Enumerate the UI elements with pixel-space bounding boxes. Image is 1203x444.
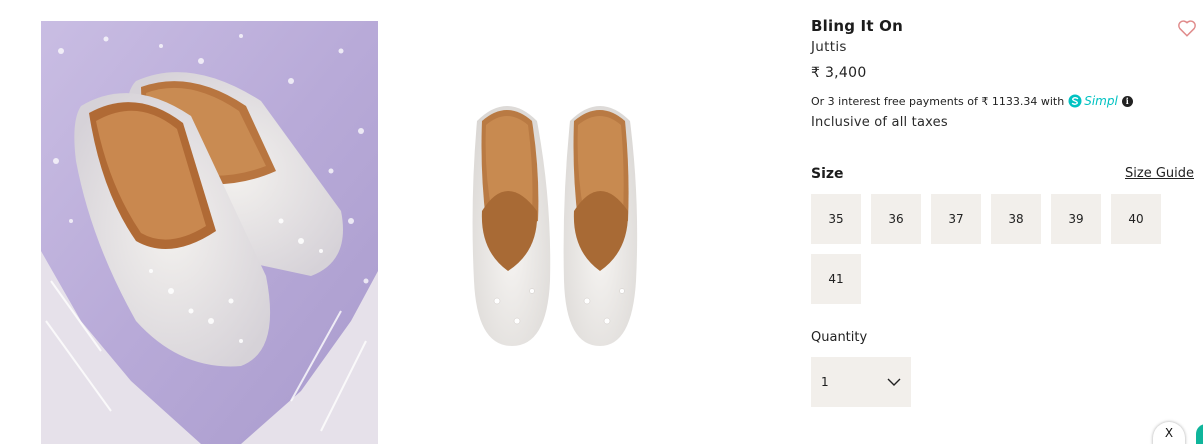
- product-title: Bling It On: [811, 17, 903, 35]
- size-option-41[interactable]: 41: [811, 254, 861, 304]
- wishlist-button[interactable]: [1176, 17, 1198, 39]
- emi-text: Or 3 interest free payments of ₹ 1133.34…: [811, 94, 1065, 108]
- size-option-35[interactable]: 35: [811, 194, 861, 244]
- emi-offer: Or 3 interest free payments of ₹ 1133.34…: [811, 94, 1133, 108]
- size-label: Size: [811, 166, 844, 182]
- taxes-note: Inclusive of all taxes: [811, 115, 948, 130]
- simpl-label: Simpl: [1084, 94, 1118, 108]
- product-image-secondary[interactable]: [422, 21, 722, 444]
- simpl-s-icon: [1068, 94, 1082, 108]
- size-option-39[interactable]: 39: [1051, 194, 1101, 244]
- juttis-on-lavender-photo: [41, 21, 378, 444]
- product-info-panel: Bling It On Juttis ₹ 3,400 Or 3 interest…: [811, 0, 1203, 444]
- heart-outline-icon: [1178, 20, 1196, 37]
- size-option-38[interactable]: 38: [991, 194, 1041, 244]
- size-option-36[interactable]: 36: [871, 194, 921, 244]
- juttis-top-view-photo: [422, 21, 722, 444]
- size-option-40[interactable]: 40: [1111, 194, 1161, 244]
- quantity-value: 1: [821, 375, 829, 389]
- product-price: ₹ 3,400: [811, 65, 867, 81]
- product-category: Juttis: [811, 39, 847, 55]
- chat-widget-tab[interactable]: [1196, 424, 1203, 444]
- quantity-label: Quantity: [811, 330, 868, 345]
- simpl-logo[interactable]: Simpl: [1068, 94, 1118, 108]
- info-icon[interactable]: i: [1121, 95, 1133, 107]
- size-guide-link[interactable]: Size Guide: [1125, 166, 1194, 181]
- size-option-37[interactable]: 37: [931, 194, 981, 244]
- product-image-main[interactable]: [41, 21, 378, 444]
- chevron-down-icon: [887, 378, 901, 386]
- quantity-select[interactable]: 1: [811, 357, 911, 407]
